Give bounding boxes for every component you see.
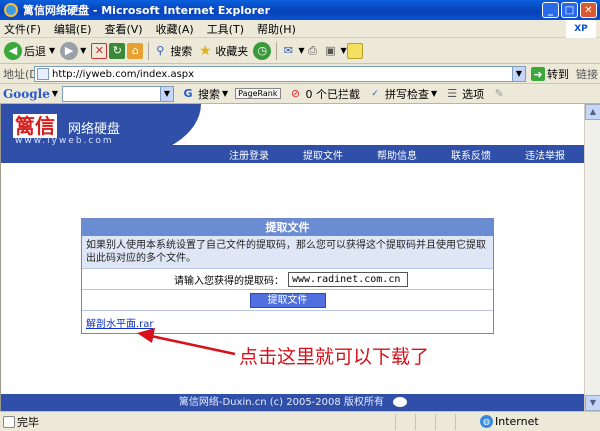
zone-text: Internet xyxy=(495,415,539,428)
stop-icon[interactable]: ✕ xyxy=(91,42,108,59)
popup-block-icon: ⊘ xyxy=(290,87,301,100)
menu-help[interactable]: 帮助(H) xyxy=(257,21,296,37)
footer-text: 篱信网络-Duxin.cn (c) 2005-2008 版权所有 xyxy=(178,397,384,408)
home-icon[interactable]: ⌂ xyxy=(127,42,144,59)
go-arrow-icon: ➜ xyxy=(531,67,545,81)
menu-tools[interactable]: 工具(T) xyxy=(207,21,244,37)
close-button[interactable]: ✕ xyxy=(580,2,597,18)
forward-dropdown-icon[interactable]: ▼ xyxy=(80,46,86,55)
google-input-dropdown-icon[interactable]: ▼ xyxy=(160,86,173,101)
spellcheck-icon: ✓ xyxy=(371,88,379,99)
pagerank-indicator[interactable]: PageRank xyxy=(235,88,281,99)
search-icon: ⚲ xyxy=(156,44,165,57)
status-cell xyxy=(455,413,475,430)
options-icon: ☰ xyxy=(447,87,458,100)
menu-view[interactable]: 查看(V) xyxy=(104,21,142,37)
google-search-input[interactable]: ▼ xyxy=(62,85,174,102)
status-cell xyxy=(435,413,455,430)
window-title: 篱信网络硬盘 - Microsoft Internet Explorer xyxy=(23,4,270,17)
menu-edit[interactable]: 编辑(E) xyxy=(54,21,92,37)
windows-logo-icon: XP xyxy=(566,20,596,38)
go-button[interactable]: ➜ 转到 链接 xyxy=(531,66,598,82)
site-footer: 篱信网络-Duxin.cn (c) 2005-2008 版权所有 xyxy=(1,394,585,411)
annotation-text: 点击这里就可以下载了 xyxy=(239,346,430,368)
spellcheck-button[interactable]: ✓ 拼写检查 ▼ xyxy=(367,86,437,102)
status-cell xyxy=(415,413,435,430)
menu-bar: 文件(F) 编辑(E) 查看(V) 收藏(A) 工具(T) 帮助(H) xyxy=(0,20,600,38)
zone-indicator: ◍ Internet xyxy=(480,415,539,428)
forward-arrow-icon: ▶ xyxy=(60,41,79,60)
toolbar-separator xyxy=(148,41,150,60)
scroll-down-icon[interactable]: ▼ xyxy=(585,395,600,411)
google-toolbar: Google ▼ ▼ G 搜索 ▼ PageRank ⊘ 0 个已拦截 ✓ 拼写… xyxy=(0,84,600,104)
spellcheck-dropdown-icon[interactable]: ▼ xyxy=(431,89,437,98)
scroll-up-icon[interactable]: ▲ xyxy=(585,104,600,120)
ie-logo-icon xyxy=(4,3,18,17)
menu-favorites[interactable]: 收藏(A) xyxy=(156,21,194,37)
popup-blocker-button[interactable]: ⊘ 0 个已拦截 xyxy=(288,86,360,102)
back-button[interactable]: ◀ 后退 ▼ xyxy=(4,41,55,60)
footer-icon xyxy=(393,397,408,407)
google-logo[interactable]: Google xyxy=(3,87,50,101)
vertical-scrollbar[interactable]: ▲ ▼ xyxy=(584,104,600,411)
star-icon: ★ xyxy=(199,42,212,59)
title-bar: 篱信网络硬盘 - Microsoft Internet Explorer _ □… xyxy=(0,0,600,20)
menu-file[interactable]: 文件(F) xyxy=(4,21,41,37)
maximize-button[interactable]: □ xyxy=(561,2,578,18)
address-bar: 地址(D) http://iyweb.com/index.aspx ▼ ➜ 转到… xyxy=(0,64,600,84)
address-input[interactable]: http://iyweb.com/index.aspx ▼ xyxy=(34,66,526,82)
back-dropdown-icon[interactable]: ▼ xyxy=(49,46,55,55)
minimize-button[interactable]: _ xyxy=(542,2,559,18)
mail-icon[interactable]: ✉ xyxy=(280,43,296,59)
highlighter-icon[interactable]: ✎ xyxy=(491,86,507,102)
globe-icon: ◍ xyxy=(480,415,493,428)
address-url: http://iyweb.com/index.aspx xyxy=(52,68,195,80)
page-icon xyxy=(37,68,49,80)
google-search-button[interactable]: G 搜索 ▼ xyxy=(180,86,228,102)
print-icon[interactable]: ⎙ xyxy=(304,43,320,59)
page-viewport: 篱信 网络硬盘 www.iyweb.com 注册登录 提取文件 帮助信息 联系反… xyxy=(0,104,585,411)
options-button[interactable]: ☰ 选项 xyxy=(444,86,484,102)
status-text: 完毕 xyxy=(17,415,39,429)
address-dropdown-icon[interactable]: ▼ xyxy=(512,67,525,81)
refresh-icon[interactable]: ↻ xyxy=(109,42,126,59)
favorites-button[interactable]: ★ 收藏夹 xyxy=(197,43,248,59)
edit-dropdown-icon[interactable]: ▼ xyxy=(340,46,346,55)
notes-icon[interactable] xyxy=(346,42,363,59)
back-arrow-icon: ◀ xyxy=(4,41,22,60)
status-cell xyxy=(395,413,415,430)
forward-button[interactable]: ▶ ▼ xyxy=(60,41,86,60)
page-status-icon xyxy=(3,415,15,428)
edit-icon[interactable]: ▣ xyxy=(322,43,338,59)
links-label[interactable]: 链接 xyxy=(576,66,598,82)
toolbar: ◀ 后退 ▼ ▶ ▼ ✕ ↻ ⌂ ⚲ 搜索 ★ 收藏夹 ◷ ✉ ▼ ⎙ ▣ ▼ xyxy=(0,38,600,64)
history-icon[interactable]: ◷ xyxy=(253,41,272,60)
google-g-icon: G xyxy=(183,87,193,100)
google-dropdown-icon[interactable]: ▼ xyxy=(52,89,58,98)
search-dropdown-icon[interactable]: ▼ xyxy=(222,89,228,98)
toolbar-separator xyxy=(276,41,278,60)
search-button[interactable]: ⚲ 搜索 xyxy=(152,43,192,59)
status-bar: 完毕 ◍ Internet xyxy=(0,411,600,431)
